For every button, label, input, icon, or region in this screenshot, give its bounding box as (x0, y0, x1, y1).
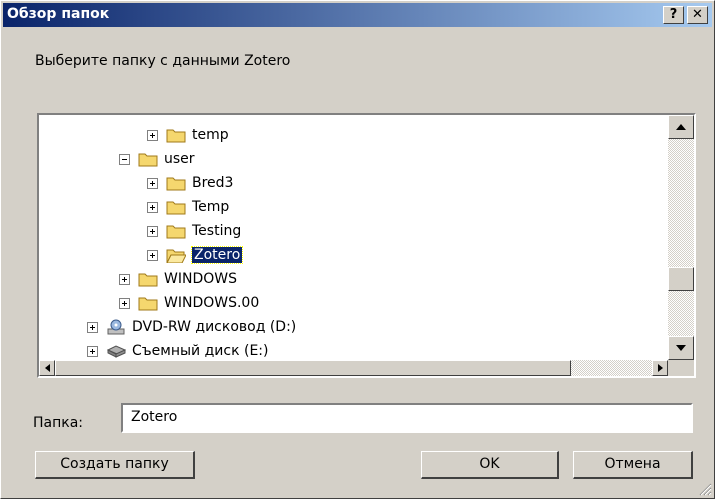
tree-node-zotero[interactable]: Zotero (147, 243, 244, 267)
new-folder-button[interactable]: Создать папку (35, 451, 195, 479)
horizontal-scrollbar[interactable] (39, 360, 668, 376)
vertical-scrollbar[interactable] (668, 115, 694, 360)
tree-node-temp-2[interactable]: Temp (147, 195, 229, 219)
expand-icon[interactable] (147, 177, 158, 189)
arrow-left-icon (44, 364, 50, 372)
arrow-down-icon (676, 345, 686, 351)
scroll-up-button[interactable] (668, 115, 694, 139)
tree-node-windows-00[interactable]: WINDOWS.00 (119, 291, 259, 315)
expand-icon[interactable] (119, 273, 130, 285)
folder-name-input[interactable]: Zotero (121, 403, 693, 433)
title-bar[interactable]: Обзор папок ? ✕ (3, 3, 712, 27)
ok-button[interactable]: OK (421, 451, 559, 479)
tree-node-windows[interactable]: WINDOWS (119, 267, 237, 291)
browse-folders-dialog: Обзор папок ? ✕ Выберите папку с данными… (0, 0, 715, 499)
folder-icon (166, 201, 186, 215)
folder-icon (138, 153, 158, 167)
folder-field-label: Папка: (33, 415, 84, 431)
arrow-right-icon (657, 364, 663, 372)
open-folder-icon (166, 249, 186, 263)
expand-icon[interactable] (87, 321, 98, 333)
expand-icon[interactable] (147, 201, 158, 213)
expand-icon[interactable] (147, 225, 158, 237)
scrollbar-corner (668, 360, 694, 376)
tree-node-removable-disk[interactable]: Съемный диск (E:) (87, 339, 268, 360)
dialog-prompt: Выберите папку с данными Zotero (35, 53, 291, 69)
collapse-icon[interactable] (119, 153, 130, 165)
folder-icon (166, 129, 186, 143)
expand-icon[interactable] (87, 345, 98, 357)
folder-icon (166, 177, 186, 191)
scroll-thumb[interactable] (668, 267, 694, 291)
tree-node-bred3[interactable]: Bred3 (147, 171, 233, 195)
horizontal-scroll-thumb[interactable] (55, 360, 571, 376)
tree-node-testing[interactable]: Testing (147, 219, 241, 243)
folder-icon (138, 297, 158, 311)
window-title: Обзор папок (7, 6, 110, 22)
dvd-drive-icon (107, 319, 125, 335)
expand-icon[interactable] (147, 129, 158, 141)
folder-icon (166, 225, 186, 239)
expand-icon[interactable] (119, 297, 130, 309)
close-button[interactable]: ✕ (687, 6, 708, 24)
expand-icon[interactable] (147, 249, 158, 261)
cancel-button[interactable]: Отмена (573, 451, 693, 479)
scroll-down-button[interactable] (668, 336, 694, 360)
folder-tree[interactable]: temp user Bred3 Temp Testing Zotero WIND… (37, 113, 696, 378)
help-button[interactable]: ? (663, 6, 684, 24)
arrow-up-icon (676, 124, 686, 130)
removable-disk-icon (106, 345, 126, 358)
scroll-left-button[interactable] (39, 360, 55, 376)
tree-node-temp[interactable]: temp (147, 123, 229, 147)
folder-icon (138, 273, 158, 287)
tree-node-user[interactable]: user (119, 147, 195, 171)
tree-node-dvd-drive[interactable]: DVD-RW дисковод (D:) (87, 315, 296, 339)
scroll-right-button[interactable] (652, 360, 668, 376)
resize-grip-icon[interactable] (698, 482, 712, 496)
